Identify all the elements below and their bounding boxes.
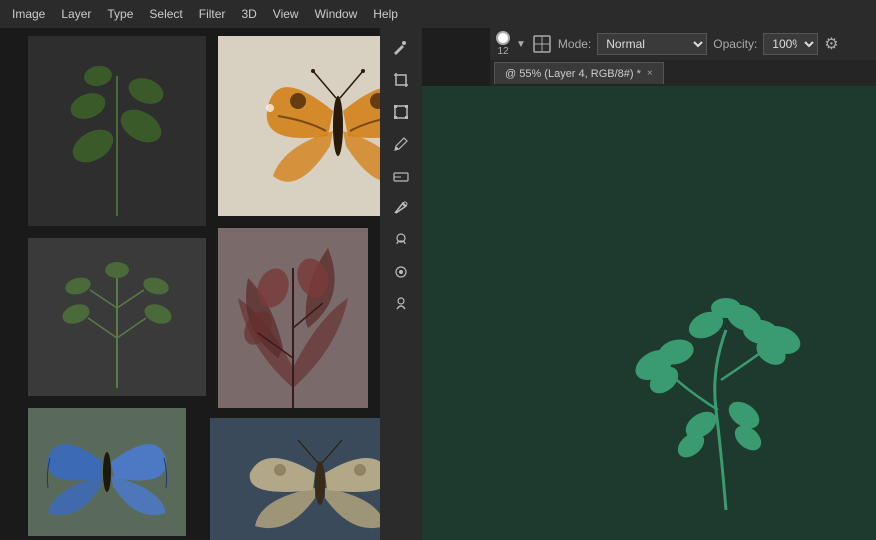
tab-bar: @ 55% (Layer 4, RGB/8#) * × <box>490 60 876 86</box>
clone-tool-btn[interactable] <box>386 226 416 254</box>
photo-butterfly-main <box>218 36 380 216</box>
brush-dropdown[interactable]: ▼ <box>516 39 526 50</box>
spot-tool-btn[interactable] <box>386 258 416 286</box>
brush-mode-icon[interactable] <box>532 34 552 54</box>
menu-select[interactable]: Select <box>141 5 190 23</box>
brush-size-label: 12 <box>497 46 508 57</box>
menu-bar: Image Layer Type Select Filter 3D View W… <box>0 0 876 28</box>
photo-plant-top-left <box>28 36 206 226</box>
menu-layer[interactable]: Layer <box>53 5 99 23</box>
menu-type[interactable]: Type <box>99 5 141 23</box>
menu-help[interactable]: Help <box>365 5 406 23</box>
menu-filter[interactable]: Filter <box>191 5 234 23</box>
transform-tool-btn[interactable] <box>386 98 416 126</box>
brush-tool-btn[interactable] <box>386 34 416 62</box>
dodge-tool-btn[interactable] <box>386 290 416 318</box>
tools-panel <box>380 28 422 540</box>
mode-label: Mode: <box>558 37 591 51</box>
document-tab[interactable]: @ 55% (Layer 4, RGB/8#) * × <box>494 62 664 84</box>
eyedropper-tool-btn[interactable] <box>386 130 416 158</box>
eraser-tool-btn[interactable] <box>386 162 416 190</box>
opacity-label: Opacity: <box>713 37 757 51</box>
paint-tool-btn[interactable] <box>386 194 416 222</box>
photo-moth <box>210 418 380 540</box>
menu-window[interactable]: Window <box>307 5 366 23</box>
plant-illustration <box>596 270 856 520</box>
canvas-right <box>422 86 876 540</box>
photo-plant-mid-left <box>28 238 206 396</box>
photo-flowers-mid <box>218 228 368 408</box>
tab-close-button[interactable]: × <box>647 68 653 79</box>
tab-label: @ 55% (Layer 4, RGB/8#) * <box>505 68 641 80</box>
photo-blue-butterfly <box>28 408 186 536</box>
opacity-select[interactable]: 100%75%50%25% <box>763 33 818 55</box>
settings-icon[interactable]: ⚙ <box>824 34 838 54</box>
menu-view[interactable]: View <box>265 5 307 23</box>
crop-tool-btn[interactable] <box>386 66 416 94</box>
brush-preview <box>496 31 510 45</box>
toolbar: 12 ▼ Mode: NormalDissolveDarkenMultiplyC… <box>490 28 876 60</box>
canvas-area <box>0 28 380 540</box>
menu-image[interactable]: Image <box>4 5 53 23</box>
menu-3d[interactable]: 3D <box>233 5 264 23</box>
mode-select[interactable]: NormalDissolveDarkenMultiplyColor BurnLi… <box>597 33 707 55</box>
